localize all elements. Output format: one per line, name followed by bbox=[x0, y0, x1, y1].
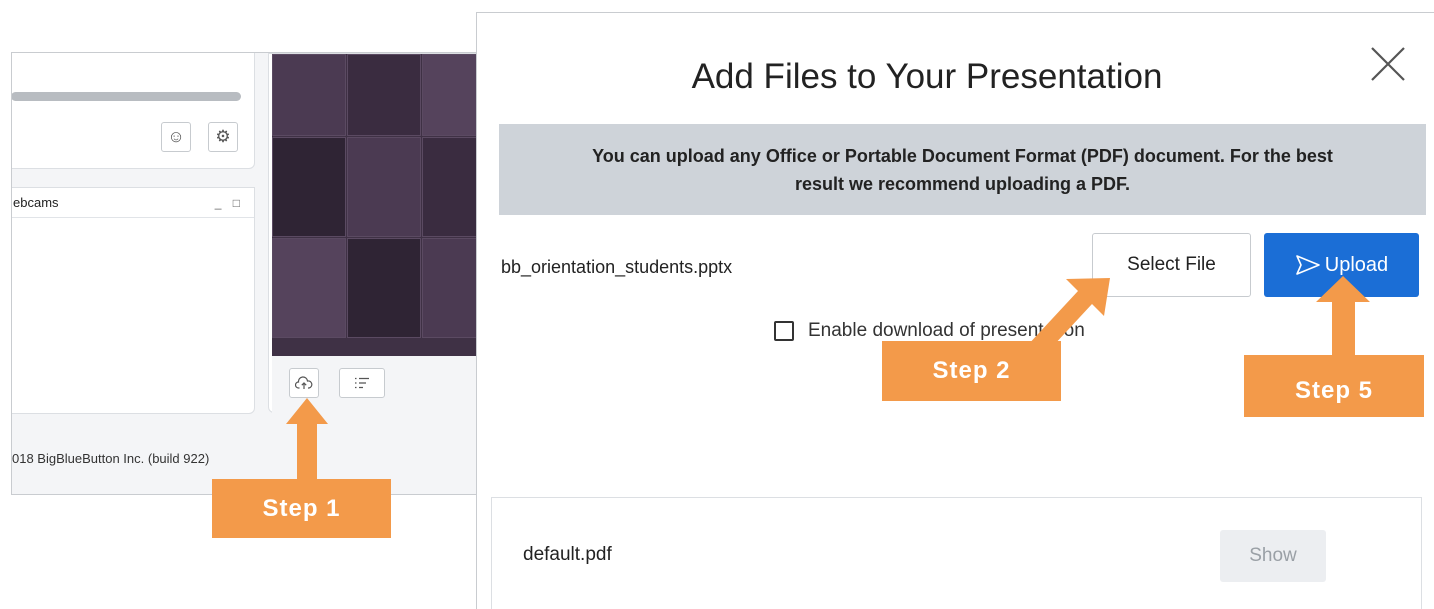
webcams-panel-header: ebcams _ □ bbox=[12, 188, 254, 218]
emoji-button[interactable]: ☺ bbox=[161, 122, 191, 152]
enable-download-checkbox[interactable] bbox=[774, 321, 794, 341]
settings-button[interactable]: ⚙ bbox=[208, 122, 238, 152]
close-button[interactable] bbox=[1367, 43, 1409, 85]
cloud-upload-icon bbox=[295, 376, 313, 389]
upload-info-banner: You can upload any Office or Portable Do… bbox=[499, 124, 1426, 215]
step2-callout: Step 2 bbox=[882, 341, 1061, 401]
step1-arrow bbox=[286, 398, 328, 482]
smiley-icon: ☺ bbox=[167, 127, 185, 146]
close-icon bbox=[1371, 47, 1405, 81]
modal-title: Add Files to Your Presentation bbox=[691, 57, 1163, 96]
upload-modal: Add Files to Your Presentation You can u… bbox=[476, 12, 1434, 609]
list-item-file-name: default.pdf bbox=[523, 544, 612, 565]
app-footer: 018 BigBlueButton Inc. (build 922) bbox=[12, 451, 210, 466]
presentation-slide bbox=[272, 54, 488, 356]
presentation-files-list: default.pdf Show bbox=[491, 497, 1422, 609]
selected-file-name: bb_orientation_students.pptx bbox=[501, 257, 733, 277]
webcams-panel-title: ebcams bbox=[13, 195, 59, 210]
chat-scrollbar[interactable] bbox=[12, 92, 241, 101]
chat-panel: ☺ ⚙ bbox=[12, 53, 255, 169]
step5-callout: Step 5 bbox=[1244, 355, 1424, 417]
webcams-panel: ebcams _ □ bbox=[12, 187, 255, 414]
background-app-window: ☺ ⚙ ebcams _ □ 018 BigBlueButton Inc. (b… bbox=[11, 52, 489, 495]
list-icon bbox=[355, 377, 369, 389]
presentation-panel bbox=[268, 53, 488, 414]
step1-callout: Step 1 bbox=[212, 479, 391, 538]
window-controls[interactable]: _ □ bbox=[215, 196, 244, 210]
show-file-button[interactable]: Show bbox=[1220, 530, 1326, 582]
gear-icon: ⚙ bbox=[215, 127, 231, 146]
